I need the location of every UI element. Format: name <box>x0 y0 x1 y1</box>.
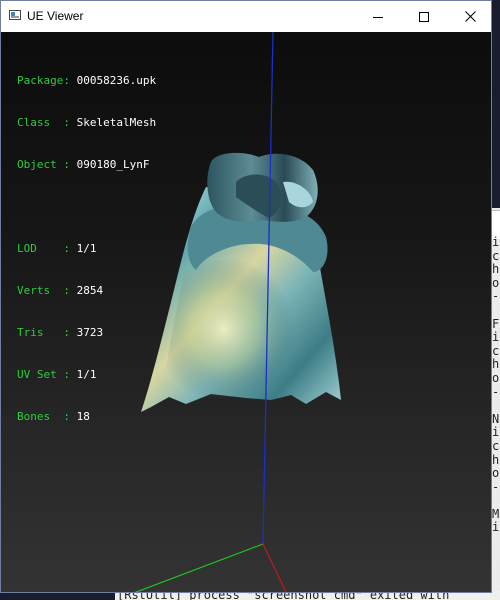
uvset-label: UV Set : <box>17 368 77 381</box>
tris-value: 3723 <box>76 326 104 339</box>
axis-x <box>134 543 264 592</box>
object-value: 090180_LynF <box>76 158 150 171</box>
maximize-button[interactable] <box>401 1 447 32</box>
background-terminal-text: icho-Ficho-Nicho-Mi <box>492 236 500 535</box>
terminal-line: c <box>492 248 500 263</box>
mesh-info-overlay: Package: 00058236.upk Class : SkeletalMe… <box>17 46 156 452</box>
terminal-line: F <box>492 316 500 331</box>
terminal-line: - <box>492 384 500 399</box>
terminal-line: o <box>492 466 500 481</box>
terminal-line: M <box>492 506 500 521</box>
terminal-line: i <box>492 330 500 345</box>
app-icon <box>9 10 21 20</box>
terminal-line: - <box>492 289 500 304</box>
terminal-line: h <box>492 357 500 372</box>
terminal-line: - <box>492 479 500 494</box>
lod-label: LOD : <box>17 242 77 255</box>
verts-label: Verts : <box>17 284 77 297</box>
bones-value: 18 <box>76 410 90 423</box>
class-label: Class : <box>17 116 77 129</box>
maximize-icon <box>419 11 429 22</box>
terminal-line: i <box>492 236 500 249</box>
close-button[interactable] <box>447 1 493 32</box>
title-bar[interactable]: UE Viewer <box>1 1 491 32</box>
terminal-line: i <box>492 520 500 535</box>
lod-value: 1/1 <box>76 242 97 255</box>
axis-y <box>262 543 287 592</box>
uvset-value: 1/1 <box>76 368 97 381</box>
package-label: Package: <box>17 74 77 87</box>
terminal-line: c <box>492 343 500 358</box>
terminal-line: N <box>492 411 500 426</box>
terminal-line: h <box>492 452 500 467</box>
3d-viewport[interactable]: Package: 00058236.upk Class : SkeletalMe… <box>1 32 491 592</box>
tris-label: Tris : <box>17 326 77 339</box>
bones-label: Bones : <box>17 410 77 423</box>
terminal-scrollbar[interactable] <box>492 210 500 239</box>
verts-value: 2854 <box>76 284 104 297</box>
window-title: UE Viewer <box>27 9 84 23</box>
terminal-line: c <box>492 438 500 453</box>
terminal-line: o <box>492 370 500 385</box>
terminal-line: o <box>492 275 500 290</box>
class-value: SkeletalMesh <box>76 116 157 129</box>
ue-viewer-window: UE Viewer Package: 00058236.upk Class: … <box>0 0 492 593</box>
minimize-icon <box>373 16 383 18</box>
terminal-line: h <box>492 262 500 277</box>
package-value: 00058236.upk <box>76 74 157 87</box>
terminal-line: i <box>492 425 500 440</box>
close-icon <box>464 11 476 22</box>
object-label: Object : <box>17 158 77 171</box>
minimize-button[interactable] <box>355 1 401 32</box>
